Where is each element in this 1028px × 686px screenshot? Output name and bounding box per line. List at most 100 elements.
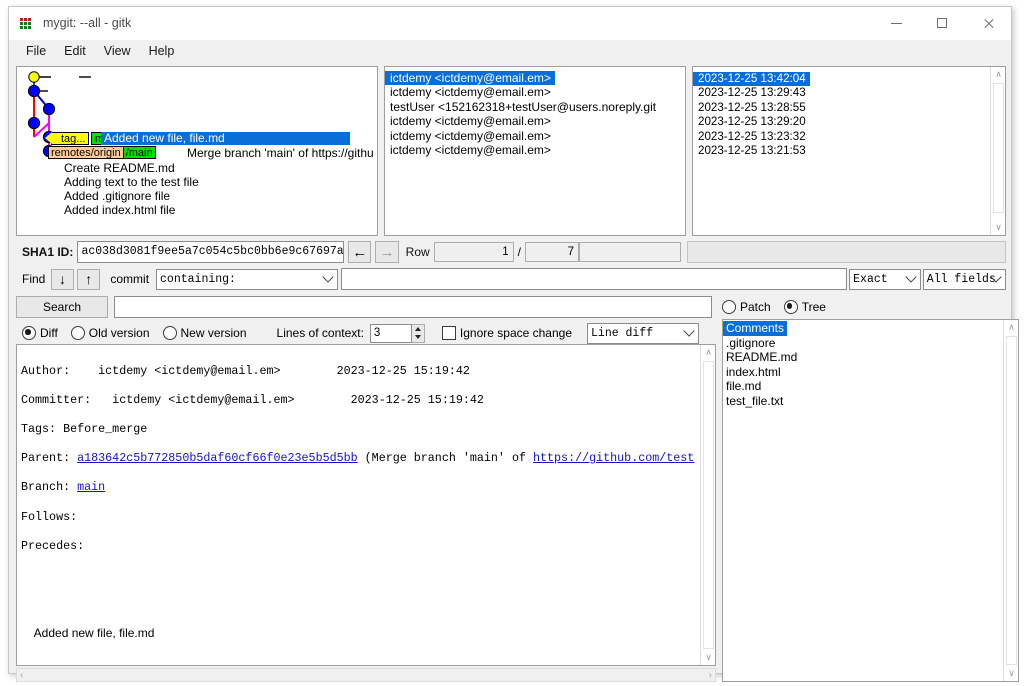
radio-diff[interactable]: Diff [22, 326, 58, 340]
chevron-down-icon [322, 271, 333, 282]
tree-item-file-md[interactable]: file.md [723, 379, 1018, 394]
author-row-4[interactable]: ictdemy <ictdemy@email.em> [385, 129, 685, 143]
ref-remote-origin-main[interactable]: remotes/origin/main [48, 146, 156, 159]
author-row-3[interactable]: ictdemy <ictdemy@email.em> [385, 114, 685, 128]
stepper-up-icon [415, 327, 421, 331]
forward-button[interactable]: → [375, 241, 398, 263]
menu-file[interactable]: File [17, 42, 55, 60]
stepper-down-icon [415, 335, 421, 339]
detail-line-blank-1 [21, 568, 715, 583]
checkbox-ignore-space[interactable]: Ignore space change [442, 326, 572, 340]
radio-patch[interactable]: Patch [722, 300, 771, 314]
tree-item-comments[interactable]: Comments [723, 321, 787, 336]
find-mode-select[interactable]: containing: [156, 269, 338, 290]
tree-item-test-file[interactable]: test_file.txt [723, 394, 1018, 409]
row-extra-field[interactable] [579, 242, 681, 262]
date-row-3[interactable]: 2023-12-25 13:29:20 [693, 115, 1005, 129]
remote-url-link[interactable]: https://github.com/test [533, 451, 694, 465]
branch-link[interactable]: main [77, 480, 105, 494]
radio-tree[interactable]: Tree [784, 300, 826, 314]
commit-list-scrollbar[interactable]: ∧ ∨ [990, 67, 1005, 235]
scroll-down-icon[interactable]: ∨ [701, 650, 716, 665]
chevron-down-icon [683, 325, 694, 336]
diff-pane-scrollbar[interactable]: ∧ ∨ [700, 345, 715, 665]
scrollbar-thumb[interactable] [1006, 336, 1017, 665]
scroll-down-icon[interactable]: ∨ [991, 220, 1006, 235]
scrollbar-thumb[interactable] [703, 361, 714, 649]
commit-subject-row-3[interactable]: Adding text to the test file [64, 175, 199, 189]
close-button[interactable] [965, 7, 1011, 39]
commit-subject-row-0[interactable]: Added new file, file.md [101, 132, 350, 145]
scrollbar-thumb[interactable] [993, 83, 1004, 213]
window-title: mygit: --all - gitk [43, 16, 131, 30]
tree-item-index[interactable]: index.html [723, 365, 1018, 380]
menu-help[interactable]: Help [140, 42, 184, 60]
find-query-input[interactable] [341, 268, 848, 290]
commit-subject-row-4[interactable]: Added .gitignore file [64, 189, 170, 203]
patch-tree-toggle: Patch Tree [722, 295, 1019, 319]
match-type-select[interactable]: Exact [849, 269, 921, 290]
find-prev-button[interactable]: ↑ [77, 269, 100, 290]
menu-view[interactable]: View [95, 42, 140, 60]
tree-pane-scrollbar[interactable]: ∧ ∨ [1003, 320, 1018, 681]
commit-graph-column[interactable]: tag... main remotes/origin/main Added ne… [16, 66, 378, 236]
field-scope-select[interactable]: All fields [923, 269, 1006, 290]
detail-line-6: Precedes: [21, 539, 715, 554]
menu-edit[interactable]: Edit [55, 42, 95, 60]
tree-item-readme[interactable]: README.md [723, 350, 1018, 365]
commit-detail-pane[interactable]: Author: ictdemy <ictdemy@email.em> 2023-… [16, 344, 716, 666]
title-bar: mygit: --all - gitk [9, 7, 1011, 40]
date-row-0[interactable]: 2023-12-25 13:42:04 [693, 72, 810, 86]
lines-of-context-stepper[interactable]: 3 [370, 324, 425, 343]
scroll-left-icon[interactable]: ‹ [20, 670, 23, 681]
minimize-icon [891, 23, 902, 24]
stepper-buttons[interactable] [412, 324, 425, 343]
back-button[interactable]: ← [348, 241, 371, 263]
author-row-1[interactable]: ictdemy <ictdemy@email.em> [385, 85, 685, 99]
date-column[interactable]: 2023-12-25 13:42:04 2023-12-25 13:29:43 … [692, 66, 1006, 236]
find-next-button[interactable]: ↓ [51, 269, 74, 290]
radio-new-version[interactable]: New version [163, 326, 247, 340]
parent-sha-link[interactable]: a183642c5b772850b5daf60cf66f0e23e5b5d5bb [77, 451, 358, 465]
file-tree-list: Comments .gitignore README.md index.html… [723, 320, 1018, 409]
date-row-2[interactable]: 2023-12-25 13:28:55 [693, 101, 1005, 115]
detail-line-5: Follows: [21, 510, 715, 525]
author-row-0[interactable]: ictdemy <ictdemy@email.em> [385, 71, 555, 85]
radio-old-version[interactable]: Old version [71, 326, 150, 340]
scroll-up-icon[interactable]: ∧ [701, 345, 716, 360]
commit-subject-row-5[interactable]: Added index.html file [64, 203, 175, 217]
file-tree-pane[interactable]: Comments .gitignore README.md index.html… [722, 319, 1019, 682]
row-current-input[interactable]: 1 [434, 242, 514, 262]
commit-subject-row-2[interactable]: Create README.md [64, 161, 175, 175]
diff-mode-select[interactable]: Line diff [587, 323, 699, 344]
minimize-button[interactable] [873, 7, 919, 39]
maximize-button[interactable] [919, 7, 965, 39]
diff-pane-hscrollbar[interactable]: ‹ › [16, 668, 716, 682]
author-column[interactable]: ictdemy <ictdemy@email.em> ictdemy <ictd… [384, 66, 686, 236]
commit-subject-row-1[interactable]: Merge branch 'main' of https://githu [187, 146, 374, 160]
search-button[interactable]: Search [16, 296, 108, 318]
search-input[interactable] [114, 296, 712, 318]
date-row-1[interactable]: 2023-12-25 13:29:43 [693, 86, 1005, 100]
detail-line-1: Committer: ictdemy <ictdemy@email.em> 20… [21, 393, 715, 408]
date-row-5[interactable]: 2023-12-25 13:21:53 [693, 144, 1005, 158]
author-row-5[interactable]: ictdemy <ictdemy@email.em> [385, 143, 685, 157]
scroll-up-icon[interactable]: ∧ [991, 67, 1006, 82]
radio-patch-icon [722, 300, 736, 314]
window-controls [873, 7, 1011, 39]
scroll-up-icon[interactable]: ∧ [1004, 320, 1019, 335]
ref-tag[interactable]: tag... [51, 132, 89, 145]
scroll-right-icon[interactable]: › [709, 670, 712, 681]
checkbox-ignore-space-icon [442, 326, 456, 340]
radio-new-version-label: New version [181, 326, 247, 340]
lines-of-context-value[interactable]: 3 [370, 324, 412, 343]
date-row-4[interactable]: 2023-12-25 13:23:32 [693, 130, 1005, 144]
radio-diff-label: Diff [40, 326, 58, 340]
tree-item-gitignore[interactable]: .gitignore [723, 336, 1018, 351]
sha1-input[interactable]: ac038d3081f9ee5a7c054c5bc0bb6e9c67697a8f [77, 241, 344, 263]
row-label: Row [406, 245, 430, 259]
author-row-2[interactable]: testUser <152162318+testUser@users.norep… [385, 100, 685, 114]
scroll-down-icon[interactable]: ∨ [1004, 666, 1019, 681]
radio-tree-icon [784, 300, 798, 314]
diff-mode-value: Line diff [591, 324, 653, 343]
